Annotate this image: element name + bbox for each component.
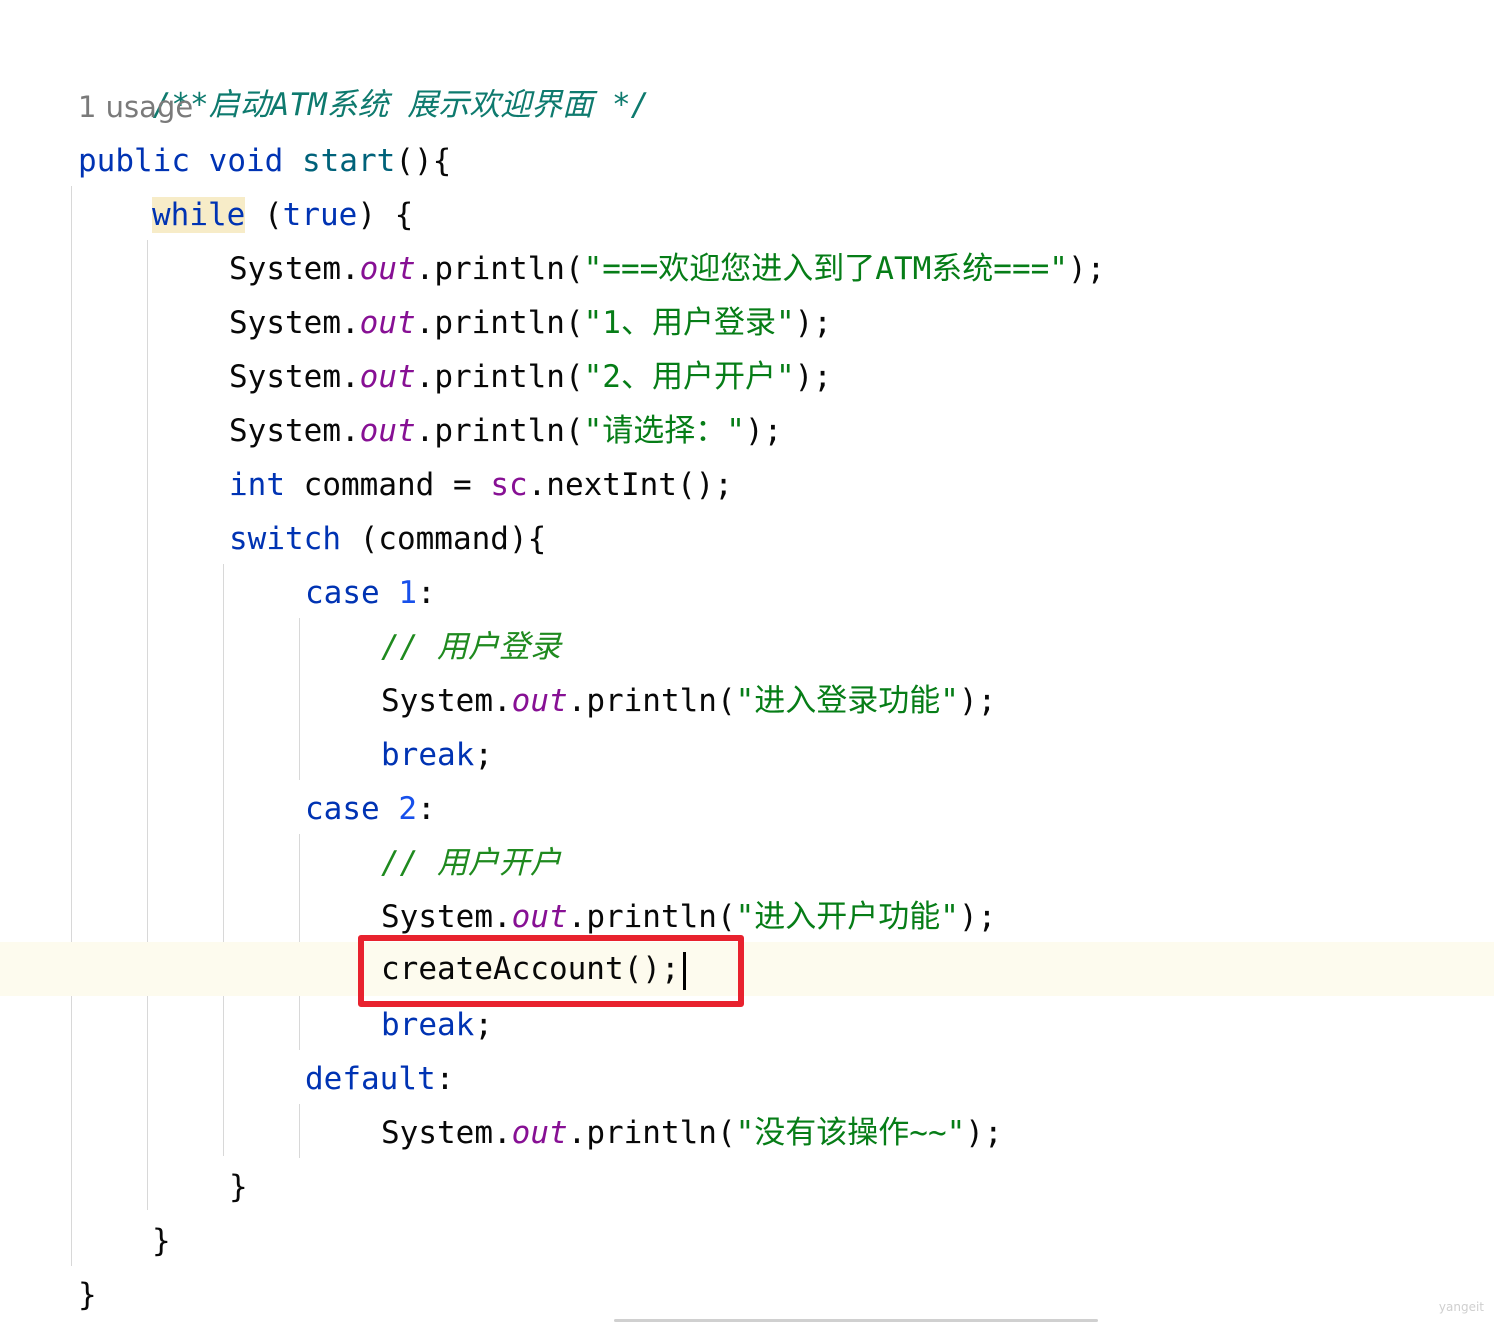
- code-line-comment-login[interactable]: // 用户登录: [0, 620, 1494, 674]
- code-line-println-welcome[interactable]: System.out.println("===欢迎您进入到了ATM系统===")…: [0, 242, 1494, 296]
- while-brace: ) {: [357, 197, 414, 233]
- next-int-call: .nextInt();: [527, 467, 733, 503]
- switch-expression: (command){: [340, 521, 547, 557]
- system-ref: System.: [229, 413, 360, 449]
- code-line-close-while[interactable]: }: [0, 1214, 1494, 1268]
- code-line-int-command[interactable]: int command = sc.nextInt();: [0, 458, 1494, 512]
- code-line-create-account[interactable]: createAccount();: [0, 942, 1494, 996]
- system-ref: System.: [229, 251, 360, 287]
- keyword-break: break: [381, 1007, 475, 1043]
- while-open-paren: (: [245, 197, 283, 233]
- out-field: out: [511, 899, 568, 935]
- system-ref: System.: [381, 1115, 512, 1151]
- watermark: yangeit: [1438, 1300, 1484, 1314]
- line-comment: // 用户开户: [381, 845, 561, 881]
- statement-end: );: [744, 413, 783, 449]
- keyword-break: break: [381, 737, 475, 773]
- keyword-while: while: [152, 197, 246, 233]
- line-comment: // 用户登录: [381, 629, 561, 665]
- println-call: .println(: [567, 1115, 736, 1151]
- statement-end: );: [794, 359, 832, 395]
- out-field: out: [511, 1115, 568, 1151]
- string-literal: "2、用户开户": [583, 359, 795, 395]
- usage-hint[interactable]: 1 usage: [78, 84, 193, 130]
- code-line-println-default[interactable]: System.out.println("没有该操作~~");: [0, 1106, 1494, 1160]
- println-call: .println(: [415, 359, 584, 395]
- system-ref: System.: [381, 899, 512, 935]
- statement-end: );: [1067, 251, 1106, 287]
- string-literal: "进入开户功能": [735, 899, 959, 935]
- code-line-break-1[interactable]: break;: [0, 728, 1494, 782]
- statement-end: );: [965, 1115, 1003, 1151]
- out-field: out: [359, 359, 416, 395]
- semicolon: ;: [474, 1007, 493, 1043]
- case-colon: :: [417, 575, 436, 611]
- keyword-default: default: [305, 1061, 436, 1097]
- closing-brace: }: [78, 1277, 97, 1313]
- code-line-close-method[interactable]: }: [0, 1268, 1494, 1322]
- println-call: .println(: [415, 251, 584, 287]
- default-colon: :: [435, 1061, 455, 1097]
- closing-brace: }: [229, 1169, 248, 1205]
- case-number: 1: [398, 575, 417, 611]
- system-ref: System.: [229, 359, 360, 395]
- println-call: .println(: [415, 305, 584, 341]
- keyword-case: case: [305, 791, 380, 827]
- code-line-println-register[interactable]: System.out.println("2、用户开户");: [0, 350, 1494, 404]
- keyword-switch: switch: [229, 521, 341, 557]
- code-line-comment-register[interactable]: // 用户开户: [0, 836, 1494, 890]
- code-line-case-2[interactable]: case 2:: [0, 782, 1494, 836]
- code-line-method-signature[interactable]: public void start(){: [0, 134, 1494, 188]
- code-line-break-2[interactable]: break;: [0, 998, 1494, 1052]
- println-call: .println(: [567, 899, 736, 935]
- case-colon: :: [417, 791, 436, 827]
- statement-end: );: [958, 683, 997, 719]
- statement-end: );: [794, 305, 832, 341]
- code-line-println-enter-login[interactable]: System.out.println("进入登录功能");: [0, 674, 1494, 728]
- out-field: out: [511, 683, 568, 719]
- command-assign: command =: [285, 467, 491, 503]
- code-line-switch[interactable]: switch (command){: [0, 512, 1494, 566]
- println-call: .println(: [415, 413, 584, 449]
- code-line-println-login[interactable]: System.out.println("1、用户登录");: [0, 296, 1494, 350]
- code-editor[interactable]: /**启动ATM系统 展示欢迎界面 */ 1 usage public void…: [0, 0, 1494, 1322]
- keyword-public: public: [78, 143, 190, 179]
- annotation-highlight-box: [358, 935, 744, 1007]
- code-line-close-switch[interactable]: }: [0, 1160, 1494, 1214]
- method-parens: (){: [395, 143, 452, 179]
- system-ref: System.: [381, 683, 512, 719]
- code-line-println-choose[interactable]: System.out.println("请选择：");: [0, 404, 1494, 458]
- code-line-case-1[interactable]: case 1:: [0, 566, 1494, 620]
- out-field: out: [359, 413, 416, 449]
- code-line-default[interactable]: default:: [0, 1052, 1494, 1106]
- system-ref: System.: [229, 305, 360, 341]
- string-literal: "请选择：": [583, 413, 745, 449]
- string-literal: "1、用户登录": [583, 305, 795, 341]
- semicolon: ;: [474, 737, 493, 773]
- keyword-int: int: [229, 467, 285, 503]
- keyword-case: case: [305, 575, 380, 611]
- out-field: out: [359, 305, 416, 341]
- keyword-void: void: [208, 143, 284, 179]
- statement-end: );: [958, 899, 997, 935]
- doc-comment: /**启动ATM系统 展示欢迎界面 */: [152, 87, 650, 123]
- scanner-field: sc: [490, 467, 528, 503]
- code-line-doc-comment[interactable]: /**启动ATM系统 展示欢迎界面 */: [0, 24, 1494, 123]
- code-line-while[interactable]: while (true) {: [0, 188, 1494, 242]
- string-literal: "没有该操作~~": [735, 1115, 966, 1151]
- code-line-println-enter-register[interactable]: System.out.println("进入开户功能");: [0, 890, 1494, 944]
- keyword-true: true: [282, 197, 358, 233]
- case-number: 2: [398, 791, 417, 827]
- println-call: .println(: [567, 683, 736, 719]
- closing-brace: }: [152, 1223, 171, 1259]
- string-literal: "进入登录功能": [735, 683, 959, 719]
- method-name-start: start: [301, 143, 396, 179]
- string-literal: "===欢迎您进入到了ATM系统===": [583, 251, 1068, 287]
- out-field: out: [359, 251, 416, 287]
